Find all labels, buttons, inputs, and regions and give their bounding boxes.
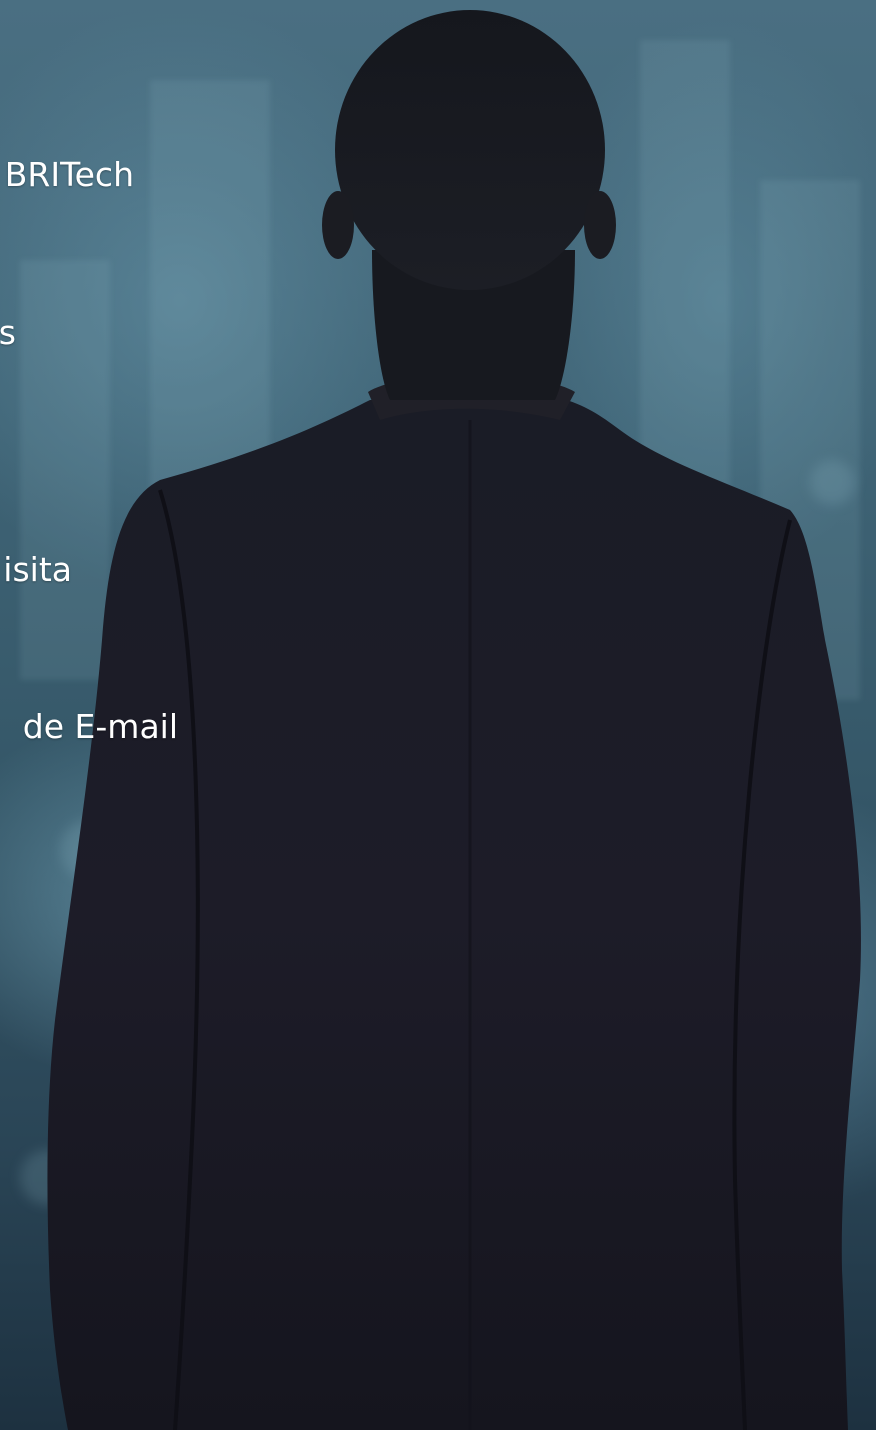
menu-item-label: isita — [3, 550, 72, 589]
menu-item-label: de E-mail — [22, 707, 178, 746]
menu-item-label: s — [0, 313, 16, 352]
hero-background: BRITech s isita de E-mail — [0, 0, 876, 1430]
menu-item-label: BRITech — [4, 155, 134, 194]
side-navigation-menu: BRITech s isita de E-mail — [0, 0, 876, 1430]
